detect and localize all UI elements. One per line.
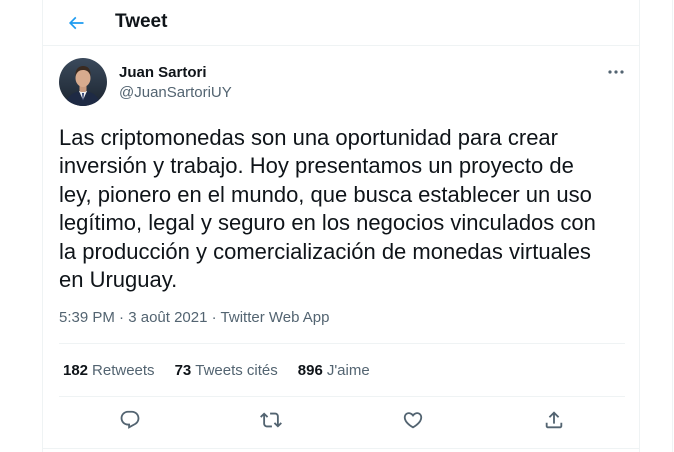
divider xyxy=(59,396,625,397)
profile-photo-icon xyxy=(59,58,107,106)
retweet-button[interactable] xyxy=(255,404,287,436)
retweets-stat[interactable]: 182 Retweets xyxy=(63,361,155,381)
retweets-count: 182 xyxy=(63,362,89,379)
divider xyxy=(59,343,625,344)
reply-button[interactable] xyxy=(114,404,146,436)
avatar[interactable] xyxy=(59,58,107,106)
likes-stat[interactable]: 896 J'aime xyxy=(298,361,370,381)
back-arrow-icon xyxy=(68,16,84,30)
header: Tweet xyxy=(43,0,639,46)
share-button[interactable] xyxy=(538,404,570,436)
divider xyxy=(43,448,639,449)
retweets-label: Retweets xyxy=(92,362,155,379)
page-title: Tweet xyxy=(115,11,168,32)
like-button[interactable] xyxy=(397,404,429,436)
tweet-time[interactable]: 5:39 PM xyxy=(59,309,115,326)
likes-label: J'aime xyxy=(326,362,370,379)
tweet-page: Tweet Juan Sartori @JuanSartoriUY Las cr… xyxy=(0,0,674,452)
reply-icon xyxy=(120,410,140,429)
sidebar-edge xyxy=(672,0,673,452)
back-button[interactable] xyxy=(61,8,91,38)
tweet-meta: 5:39 PM · 3 août 2021 · Twitter Web App xyxy=(59,308,330,328)
likes-count: 896 xyxy=(297,362,323,379)
quotes-stat[interactable]: 73 Tweets cités xyxy=(175,361,278,381)
tweet-actions xyxy=(43,404,639,436)
tweet-text: Las criptomonedas son una oportunidad pa… xyxy=(59,125,596,293)
tweet-stats: 182 Retweets 73 Tweets cités 896 J'aime xyxy=(63,361,370,381)
like-icon xyxy=(403,412,423,429)
more-options-button[interactable] xyxy=(601,62,631,82)
meta-separator-1: · xyxy=(119,309,125,326)
main-column: Tweet Juan Sartori @JuanSartoriUY Las cr… xyxy=(42,0,640,452)
share-icon xyxy=(545,411,563,429)
author-name[interactable]: Juan Sartori xyxy=(119,64,207,82)
quotes-count: 73 xyxy=(174,362,192,379)
quotes-label: Tweets cités xyxy=(195,362,278,379)
tweet-source[interactable]: Twitter Web App xyxy=(221,309,330,326)
retweet-icon xyxy=(260,412,282,428)
tweet-date[interactable]: 3 août 2021 xyxy=(128,309,207,326)
author-handle[interactable]: @JuanSartoriUY xyxy=(119,84,232,102)
more-dots-icon xyxy=(608,70,624,74)
meta-separator-2: · xyxy=(211,309,217,326)
